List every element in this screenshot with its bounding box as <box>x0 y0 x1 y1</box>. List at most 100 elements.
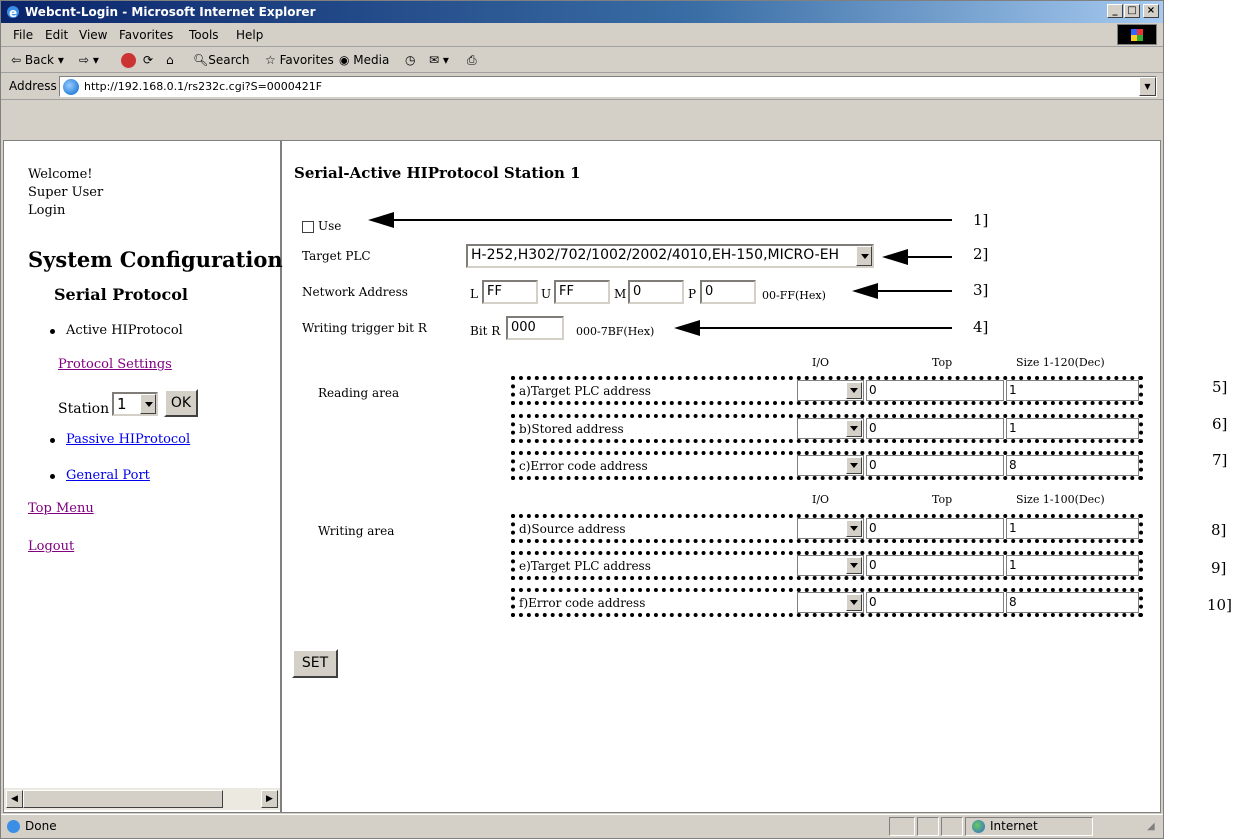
set-button[interactable]: SET <box>292 649 338 678</box>
row-c-top-input[interactable]: 0 <box>866 455 1004 476</box>
annotation-9: 9] <box>1211 559 1227 577</box>
scroll-right-icon[interactable]: ▶ <box>261 790 278 808</box>
target-plc-select[interactable]: H-252,H302/702/1002/2002/4010,EH-150,MIC… <box>466 244 874 268</box>
window-title: Webcnt-Login - Microsoft Internet Explor… <box>25 5 316 19</box>
resize-grip-icon[interactable]: ◢ <box>1147 821 1155 832</box>
menu-edit[interactable]: Edit <box>45 28 68 42</box>
browser-window: e Webcnt-Login - Microsoft Internet Expl… <box>0 0 1164 839</box>
passive-hiprotocol-link[interactable]: Passive HIProtocol <box>66 432 190 447</box>
horizontal-scrollbar[interactable]: ◀ ▶ <box>4 788 280 810</box>
row-e-io-select[interactable] <box>797 555 864 576</box>
address-dropdown-button[interactable]: ▼ <box>1139 77 1156 96</box>
net-l-input[interactable]: FF <box>482 280 538 304</box>
target-plc-label: Target PLC <box>302 249 371 263</box>
user-name: Super User <box>28 185 104 200</box>
row-c-size-input[interactable]: 8 <box>1006 455 1139 476</box>
print-icon[interactable]: ⎙ <box>467 53 477 68</box>
logout-link[interactable]: Logout <box>28 539 74 554</box>
use-checkbox[interactable] <box>302 221 314 233</box>
passive-hiprotocol-item: Passive HIProtocol <box>50 432 190 447</box>
stop-icon[interactable] <box>121 53 136 68</box>
row-f-top-input[interactable]: 0 <box>866 592 1004 613</box>
close-button[interactable]: × <box>1143 4 1159 18</box>
writing-trigger-label: Writing trigger bit R <box>302 321 427 335</box>
mail-icon[interactable]: ✉ ▾ <box>429 53 449 67</box>
menu-tools[interactable]: Tools <box>189 28 219 42</box>
ie-page-icon <box>7 819 20 833</box>
row-a: a)Target PLC address 0 1 <box>511 376 1143 405</box>
chevron-down-icon[interactable] <box>846 594 862 611</box>
back-button[interactable]: ⇦ Back ▾ <box>11 53 64 67</box>
menu-view[interactable]: View <box>79 28 107 42</box>
page-icon <box>63 79 79 95</box>
windows-logo-icon <box>1117 24 1157 45</box>
top-menu-link[interactable]: Top Menu <box>28 501 94 516</box>
station-select[interactable]: 1 <box>112 392 158 416</box>
row-c-io-select[interactable] <box>797 455 864 476</box>
scroll-thumb[interactable] <box>23 790 223 808</box>
row-b-top-input[interactable]: 0 <box>866 418 1004 439</box>
row-a-top-input[interactable]: 0 <box>866 380 1004 401</box>
arrow-1-head-icon <box>368 212 394 228</box>
search-button[interactable]: 🔍︎Search <box>193 53 249 67</box>
zone-text: Internet <box>990 819 1038 833</box>
page-title: Serial-Active HIProtocol Station 1 <box>294 164 581 182</box>
menu-help[interactable]: Help <box>236 28 263 42</box>
home-icon[interactable]: ⌂ <box>166 53 174 67</box>
refresh-icon[interactable]: ⟳ <box>143 53 153 67</box>
row-f-size-input[interactable]: 8 <box>1006 592 1139 613</box>
chevron-down-icon[interactable] <box>846 520 862 537</box>
address-bar: Address http://192.168.0.1/rs232c.cgi?S=… <box>1 73 1163 100</box>
row-e-size-input[interactable]: 1 <box>1006 555 1139 576</box>
row-f-label: f)Error code address <box>519 596 646 610</box>
favorites-button[interactable]: ☆ Favorites <box>265 53 334 67</box>
col-top-write: Top <box>932 493 953 506</box>
station-label: Station <box>58 401 110 417</box>
chevron-down-icon[interactable] <box>846 420 862 437</box>
arrow-3-line <box>876 290 952 292</box>
scroll-left-icon[interactable]: ◀ <box>6 790 23 808</box>
row-b-size-input[interactable]: 1 <box>1006 418 1139 439</box>
protocol-settings-link[interactable]: Protocol Settings <box>58 357 172 372</box>
net-m-input[interactable]: 0 <box>628 280 684 304</box>
general-port-link[interactable]: General Port <box>66 468 150 483</box>
minimize-button[interactable]: _ <box>1107 4 1123 18</box>
annotation-10: 10] <box>1207 596 1232 614</box>
chevron-down-icon[interactable] <box>856 246 872 266</box>
menu-file[interactable]: File <box>13 28 33 42</box>
media-button[interactable]: ◉ Media <box>339 53 389 67</box>
chevron-down-icon[interactable] <box>846 382 862 399</box>
net-p-input[interactable]: 0 <box>700 280 756 304</box>
address-url[interactable]: http://192.168.0.1/rs232c.cgi?S=0000421F <box>84 80 322 93</box>
trigger-bit-input[interactable]: 000 <box>506 316 564 340</box>
maximize-button[interactable]: □ <box>1124 4 1140 18</box>
history-icon[interactable]: ◷ <box>405 53 415 67</box>
chevron-down-icon[interactable] <box>846 557 862 574</box>
forward-button[interactable]: ⇨ ▾ <box>79 53 99 67</box>
address-input[interactable]: http://192.168.0.1/rs232c.cgi?S=0000421F… <box>59 76 1157 97</box>
annotation-1: 1] <box>973 211 989 229</box>
chevron-down-icon[interactable] <box>846 457 862 474</box>
ok-button[interactable]: OK <box>164 389 198 417</box>
row-d-io-select[interactable] <box>797 518 864 539</box>
address-label: Address <box>9 79 57 93</box>
row-e-top-input[interactable]: 0 <box>866 555 1004 576</box>
arrow-4-line <box>698 327 952 329</box>
row-a-io-select[interactable] <box>797 380 864 401</box>
net-u-input[interactable]: FF <box>554 280 610 304</box>
row-d-top-input[interactable]: 0 <box>866 518 1004 539</box>
row-d: d)Source address 0 1 <box>511 514 1143 543</box>
status-bar: Done Internet ◢ <box>1 814 1163 838</box>
row-d-size-input[interactable]: 1 <box>1006 518 1139 539</box>
net-m-label: M <box>614 287 627 301</box>
row-b-io-select[interactable] <box>797 418 864 439</box>
chevron-down-icon[interactable] <box>140 394 156 414</box>
net-u-label: U <box>541 287 552 301</box>
ie-icon: e <box>7 6 19 20</box>
row-f-io-select[interactable] <box>797 592 864 613</box>
globe-icon <box>972 819 985 833</box>
settings-form: Serial-Active HIProtocol Station 1 Use T… <box>284 141 1160 812</box>
menu-favorites[interactable]: Favorites <box>119 28 173 42</box>
row-a-size-input[interactable]: 1 <box>1006 380 1139 401</box>
serial-protocol-heading: Serial Protocol <box>54 285 188 304</box>
